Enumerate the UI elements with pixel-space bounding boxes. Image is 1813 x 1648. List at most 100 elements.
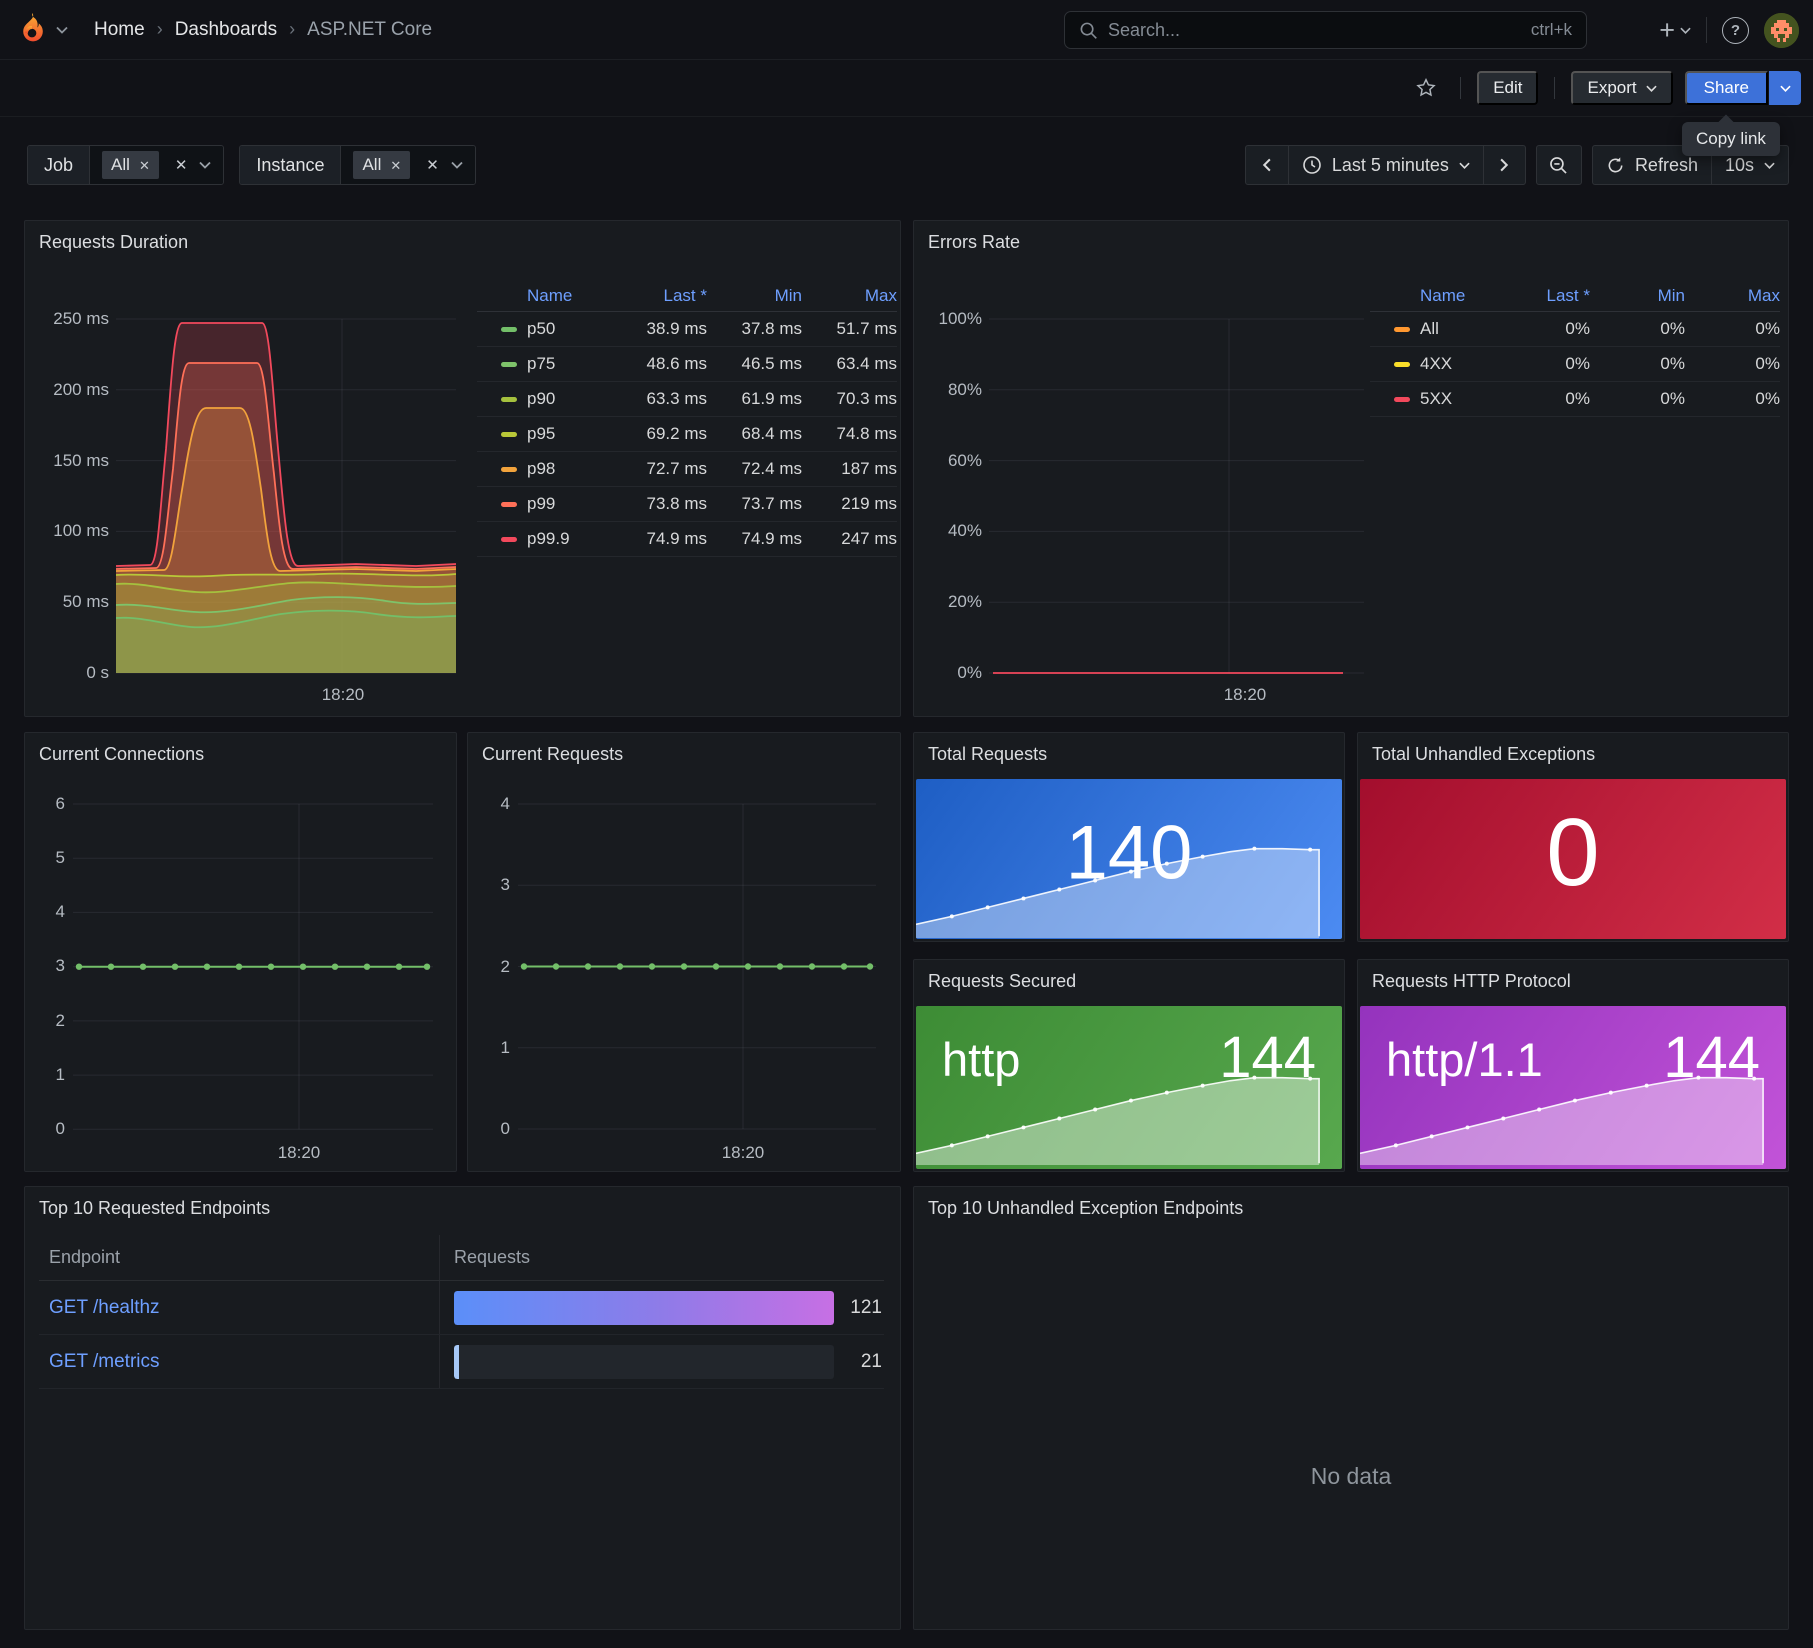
chevron-down-icon bbox=[1680, 27, 1691, 34]
panel-requests-http-protocol: Requests HTTP Protocol http/1.1 144 bbox=[1357, 959, 1789, 1172]
series-name[interactable]: p50 bbox=[527, 319, 612, 339]
panel-title[interactable]: Requests Secured bbox=[928, 971, 1076, 992]
series-name[interactable]: p95 bbox=[527, 424, 612, 444]
time-range-group: Last 5 minutes bbox=[1245, 145, 1526, 185]
time-shift-forward-button[interactable] bbox=[1483, 146, 1525, 184]
add-new-button[interactable]: + bbox=[1659, 17, 1691, 44]
axis-tick-label: 150 ms bbox=[33, 449, 109, 473]
legend-min-value: 0% bbox=[1590, 354, 1685, 374]
favorite-star-button[interactable] bbox=[1408, 71, 1444, 105]
legend-min-value: 61.9 ms bbox=[707, 389, 802, 409]
divider bbox=[1460, 77, 1461, 99]
series-color-pill bbox=[1394, 362, 1410, 367]
legend-last-value: 0% bbox=[1495, 319, 1590, 339]
errors-rate-chart[interactable] bbox=[989, 314, 1364, 680]
legend-header-cell[interactable]: Last * bbox=[612, 286, 707, 306]
total-requests-stat: 140 bbox=[916, 779, 1342, 939]
panel-total-unhandled-exceptions: Total Unhandled Exceptions 0 bbox=[1357, 732, 1789, 942]
legend-max-value: 51.7 ms bbox=[802, 319, 897, 339]
share-button[interactable]: Share bbox=[1685, 71, 1768, 105]
job-selected-chip[interactable]: All ✕ bbox=[102, 151, 159, 179]
clear-selection-icon[interactable]: ✕ bbox=[426, 158, 439, 173]
requests-cell: 121 bbox=[439, 1281, 886, 1334]
series-color-pill bbox=[501, 502, 517, 507]
remove-chip-icon[interactable]: ✕ bbox=[390, 159, 401, 172]
breadcrumb-dashboards[interactable]: Dashboards bbox=[175, 19, 277, 41]
job-variable-value[interactable]: All ✕ ✕ bbox=[90, 146, 223, 184]
legend-row: p9872.7 ms72.4 ms187 ms bbox=[477, 452, 897, 487]
time-range-picker[interactable]: Last 5 minutes bbox=[1288, 146, 1483, 184]
legend-row: p9569.2 ms68.4 ms74.8 ms bbox=[477, 417, 897, 452]
series-name[interactable]: p99 bbox=[527, 494, 612, 514]
series-name[interactable]: 4XX bbox=[1420, 354, 1495, 374]
breadcrumb-home[interactable]: Home bbox=[94, 19, 145, 41]
panel-title[interactable]: Total Unhandled Exceptions bbox=[1372, 744, 1595, 765]
help-icon[interactable]: ? bbox=[1722, 17, 1749, 44]
axis-tick-label: 20% bbox=[924, 590, 982, 614]
series-name[interactable]: 5XX bbox=[1420, 389, 1495, 409]
org-switcher-chevron-icon[interactable] bbox=[56, 26, 68, 34]
column-header-requests[interactable]: Requests bbox=[439, 1235, 884, 1280]
series-name[interactable]: p98 bbox=[527, 459, 612, 479]
panel-title[interactable]: Top 10 Unhandled Exception Endpoints bbox=[928, 1198, 1243, 1219]
legend-header-cell[interactable]: Name bbox=[1420, 286, 1495, 306]
y-axis: 43210 bbox=[488, 792, 510, 1141]
stat-value: 144 bbox=[1663, 1024, 1760, 1091]
axis-tick-label: 0 bbox=[488, 1117, 510, 1141]
series-name[interactable]: p90 bbox=[527, 389, 612, 409]
time-shift-back-button[interactable] bbox=[1246, 146, 1288, 184]
legend-header-cell[interactable]: Min bbox=[1590, 286, 1685, 306]
panel-title[interactable]: Requests Duration bbox=[39, 232, 188, 253]
legend-header-cell[interactable]: Max bbox=[1685, 286, 1780, 306]
legend-header-cell[interactable]: Max bbox=[802, 286, 897, 306]
requests-value: 21 bbox=[834, 1351, 882, 1373]
legend-header-cell[interactable]: Min bbox=[707, 286, 802, 306]
panel-title[interactable]: Current Connections bbox=[39, 744, 204, 765]
current-connections-chart[interactable] bbox=[73, 799, 433, 1135]
panel-title[interactable]: Errors Rate bbox=[928, 232, 1020, 253]
series-name[interactable]: All bbox=[1420, 319, 1495, 339]
legend-min-value: 46.5 ms bbox=[707, 354, 802, 374]
edit-button[interactable]: Edit bbox=[1477, 71, 1538, 105]
column-header-endpoint[interactable]: Endpoint bbox=[39, 1247, 439, 1268]
search-input[interactable] bbox=[1108, 20, 1521, 41]
legend-row: p9973.8 ms73.7 ms219 ms bbox=[477, 487, 897, 522]
grafana-logo[interactable] bbox=[16, 12, 49, 47]
share-menu-button[interactable] bbox=[1769, 71, 1801, 105]
legend-header-cell[interactable]: Last * bbox=[1495, 286, 1590, 306]
panel-top-exception-endpoints: Top 10 Unhandled Exception Endpoints No … bbox=[913, 1186, 1789, 1630]
series-color-pill bbox=[501, 397, 517, 402]
legend-min-value: 73.7 ms bbox=[707, 494, 802, 514]
search-bar[interactable]: ctrl+k bbox=[1064, 11, 1587, 49]
instance-variable-label[interactable]: Instance bbox=[240, 146, 341, 184]
export-button[interactable]: Export bbox=[1571, 71, 1672, 105]
legend-row: 5XX0%0%0% bbox=[1370, 382, 1780, 417]
top-nav: Home › Dashboards › ASP.NET Core ctrl+k … bbox=[0, 0, 1813, 60]
series-color-pill bbox=[1394, 327, 1410, 332]
panel-title[interactable]: Total Requests bbox=[928, 744, 1047, 765]
panel-title[interactable]: Top 10 Requested Endpoints bbox=[39, 1198, 270, 1219]
requests-duration-chart[interactable] bbox=[116, 309, 456, 689]
remove-chip-icon[interactable]: ✕ bbox=[139, 159, 150, 172]
job-variable-label[interactable]: Job bbox=[28, 146, 90, 184]
instance-variable-value[interactable]: All ✕ ✕ bbox=[341, 146, 474, 184]
chevron-down-icon[interactable] bbox=[199, 161, 211, 169]
endpoint-link[interactable]: GET /healthz bbox=[39, 1297, 439, 1319]
current-requests-chart[interactable] bbox=[518, 799, 876, 1135]
user-avatar[interactable] bbox=[1764, 13, 1799, 48]
panel-title[interactable]: Current Requests bbox=[482, 744, 623, 765]
series-name[interactable]: p75 bbox=[527, 354, 612, 374]
panel-title[interactable]: Requests HTTP Protocol bbox=[1372, 971, 1571, 992]
instance-selected-chip[interactable]: All ✕ bbox=[353, 151, 410, 179]
axis-tick-label: 1 bbox=[488, 1036, 510, 1060]
zoom-out-icon bbox=[1548, 155, 1569, 176]
legend-header-cell[interactable]: Name bbox=[527, 286, 612, 306]
series-name[interactable]: p99.9 bbox=[527, 529, 612, 549]
endpoint-link[interactable]: GET /metrics bbox=[39, 1351, 439, 1373]
zoom-out-button[interactable] bbox=[1537, 146, 1581, 184]
share-split-button: Share bbox=[1685, 71, 1801, 105]
series-color-pill bbox=[1394, 397, 1410, 402]
clear-selection-icon[interactable]: ✕ bbox=[175, 158, 188, 173]
legend-max-value: 187 ms bbox=[802, 459, 897, 479]
chevron-down-icon[interactable] bbox=[451, 161, 463, 169]
